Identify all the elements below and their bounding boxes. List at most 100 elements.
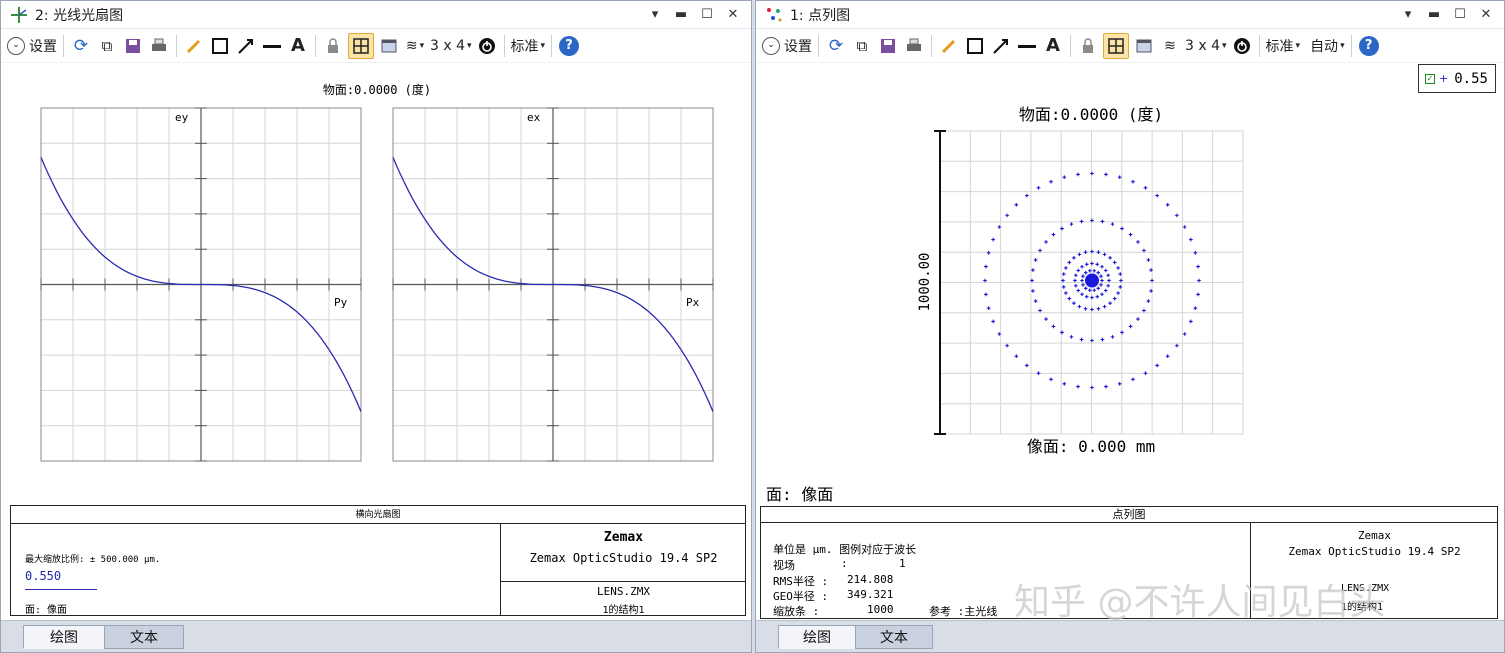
- tab-text[interactable]: 文本: [104, 625, 184, 649]
- spot-point: [1100, 337, 1105, 342]
- spot-point: [1100, 292, 1104, 297]
- spot-point: [1165, 354, 1170, 358]
- spot-point: [1076, 268, 1081, 273]
- minimize-icon[interactable]: ▬: [671, 5, 691, 25]
- spot-point: [1031, 289, 1035, 293]
- field-separator: :: [841, 557, 848, 570]
- save-icon[interactable]: [122, 33, 144, 59]
- layers-icon[interactable]: ≋: [1159, 33, 1181, 59]
- rectangle-icon[interactable]: [964, 33, 986, 59]
- text-icon[interactable]: A: [1042, 33, 1064, 59]
- spot-point: [986, 306, 991, 310]
- layout-selector[interactable]: 3 x 4 ▾: [1185, 33, 1227, 59]
- tab-text[interactable]: 文本: [855, 625, 933, 649]
- tab-plot[interactable]: 绘图: [23, 625, 105, 649]
- spot-point: [1083, 286, 1088, 291]
- spot-point: [1193, 251, 1198, 255]
- spot-point: [1051, 232, 1056, 237]
- spot-point: [1103, 288, 1108, 293]
- help-icon[interactable]: ?: [1358, 33, 1380, 59]
- watermark: 知乎 @不许人间见白头: [1014, 582, 1386, 623]
- spot-point: [1036, 371, 1041, 375]
- spot-point: [1079, 337, 1084, 342]
- spot-point: [1182, 332, 1187, 336]
- spot-point: [1077, 252, 1082, 257]
- spot-point: [1090, 295, 1094, 300]
- spot-point: [1064, 291, 1068, 295]
- print-icon[interactable]: [148, 33, 170, 59]
- pencil-icon[interactable]: [938, 33, 960, 59]
- field-value: 1: [899, 557, 906, 570]
- window-layout-icon[interactable]: [378, 33, 400, 59]
- grid-layout-icon[interactable]: [348, 32, 374, 59]
- auto-dropdown[interactable]: 自动 ▾: [1310, 33, 1345, 59]
- dropdown-icon[interactable]: ▾: [1398, 5, 1418, 25]
- surface-label: 面: 像面: [766, 485, 833, 504]
- spot-point: [1084, 294, 1089, 299]
- layers-icon[interactable]: ≋ ▾: [404, 33, 426, 59]
- scale-text: 最大缩放比例: ± 500.000 μm.: [25, 555, 161, 565]
- spot-point: [1049, 377, 1053, 382]
- refresh-icon[interactable]: ⟳: [825, 33, 847, 59]
- refresh-icon[interactable]: ⟳: [70, 33, 92, 59]
- spot-point: [1103, 268, 1108, 273]
- window-layout-icon[interactable]: [1133, 33, 1155, 59]
- standard-dropdown[interactable]: 标准 ▾: [511, 33, 546, 59]
- spot-point: [1064, 266, 1068, 270]
- rectangle-icon[interactable]: [209, 33, 231, 59]
- copy-icon[interactable]: ⧉: [851, 33, 873, 59]
- spot-point: [1100, 219, 1105, 224]
- spot-point: [1080, 278, 1084, 283]
- spot-plot-title: 物面:0.0000 (度): [1019, 105, 1163, 124]
- scale-bar-info-label: 缩放条 :: [773, 605, 820, 618]
- spot-point: [1083, 250, 1088, 255]
- text-icon[interactable]: A: [287, 33, 309, 59]
- close-icon[interactable]: ✕: [723, 5, 743, 25]
- lock-icon[interactable]: [322, 33, 344, 59]
- ray-fan-px-plot: [392, 107, 714, 462]
- spot-point: [1189, 237, 1193, 242]
- spot-point: [1062, 382, 1067, 386]
- tab-plot[interactable]: 绘图: [778, 625, 856, 649]
- ex-axis-label: ex: [527, 111, 541, 124]
- line-icon[interactable]: [261, 33, 283, 59]
- spot-point: [1104, 384, 1108, 389]
- spot-point: [1076, 288, 1081, 293]
- spot-point: [1112, 296, 1117, 301]
- settings-button[interactable]: ⌄ 设置: [7, 33, 57, 59]
- power-icon[interactable]: [476, 33, 498, 59]
- spot-point: [1165, 203, 1170, 207]
- spot-point: [1062, 175, 1067, 179]
- spot-point: [1150, 278, 1154, 283]
- spot-point: [1096, 286, 1101, 291]
- dropdown-icon[interactable]: ▾: [645, 5, 665, 25]
- spot-point: [1102, 252, 1107, 257]
- arrow-icon[interactable]: [235, 33, 257, 59]
- layout-selector[interactable]: 3 x 4 ▾: [430, 33, 472, 59]
- minimize-icon[interactable]: ▬: [1424, 5, 1444, 25]
- line-icon[interactable]: [1016, 33, 1038, 59]
- print-icon[interactable]: [903, 33, 925, 59]
- spot-point: [1128, 232, 1133, 237]
- maximize-icon[interactable]: ☐: [1450, 5, 1470, 25]
- spot-point: [1112, 260, 1117, 265]
- spot-point: [1106, 283, 1110, 288]
- help-icon[interactable]: ?: [558, 33, 580, 59]
- product-label: Zemax OpticStudio 19.4 SP2: [1288, 545, 1461, 558]
- pencil-icon[interactable]: [183, 33, 205, 59]
- copy-icon[interactable]: ⧉: [96, 33, 118, 59]
- toolbar-divider: [503, 34, 505, 57]
- info-header: 横向光扇图: [11, 506, 745, 524]
- close-icon[interactable]: ✕: [1476, 5, 1496, 25]
- standard-dropdown[interactable]: 标准 ▾: [1266, 33, 1301, 59]
- spot-point: [991, 237, 995, 242]
- power-icon[interactable]: [1231, 33, 1253, 59]
- settings-button[interactable]: ⌄ 设置: [762, 33, 812, 59]
- ray-fan-window: 2: 光线光扇图 ▾ ▬ ☐ ✕ ⌄ 设置 ⟳ ⧉ A ≋ ▾ 3 x 4 ▾ 标准 ▾…: [0, 0, 752, 653]
- grid-layout-icon[interactable]: [1103, 32, 1129, 59]
- maximize-icon[interactable]: ☐: [697, 5, 717, 25]
- lock-icon[interactable]: [1077, 33, 1099, 59]
- arrow-icon[interactable]: [990, 33, 1012, 59]
- spot-point: [1072, 301, 1076, 305]
- save-icon[interactable]: [877, 33, 899, 59]
